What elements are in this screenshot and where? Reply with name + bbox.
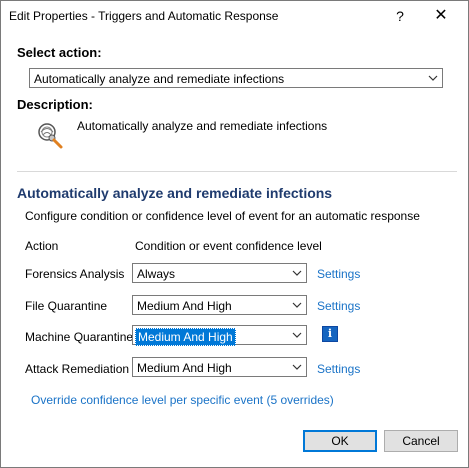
row-label-forensics-analysis: Forensics Analysis: [25, 267, 125, 281]
condition-dropdown-forensics-analysis[interactable]: Always: [132, 263, 307, 283]
help-button[interactable]: ?: [386, 5, 414, 27]
condition-dropdown-machine-quarantine[interactable]: Medium And High: [132, 325, 307, 346]
select-action-value: Automatically analyze and remediate infe…: [34, 72, 285, 86]
row-label-file-quarantine: File Quarantine: [25, 299, 108, 313]
row-label-machine-quarantine: Machine Quarantine: [25, 330, 134, 344]
chevron-down-icon: [428, 75, 438, 81]
section-divider: [17, 171, 457, 172]
settings-link-forensics-analysis[interactable]: Settings: [317, 267, 360, 281]
chevron-down-icon: [292, 332, 302, 338]
settings-link-attack-remediation[interactable]: Settings: [317, 362, 360, 376]
cancel-button[interactable]: Cancel: [384, 430, 458, 452]
window-title: Edit Properties - Triggers and Automatic…: [9, 9, 279, 23]
condition-value: Always: [137, 267, 176, 281]
row-label-attack-remediation: Attack Remediation: [25, 362, 130, 376]
group-subtitle: Configure condition or confidence level …: [25, 209, 420, 223]
condition-value: Medium And High: [137, 361, 232, 375]
condition-dropdown-file-quarantine[interactable]: Medium And High: [132, 295, 307, 315]
chevron-down-icon: [292, 364, 302, 370]
column-header-condition: Condition or event confidence level: [135, 239, 322, 253]
ok-button[interactable]: OK: [303, 430, 377, 452]
title-bar: Edit Properties - Triggers and Automatic…: [1, 1, 468, 31]
select-action-label: Select action:: [17, 45, 102, 60]
condition-value: Medium And High: [137, 299, 232, 313]
group-header: Automatically analyze and remediate infe…: [17, 185, 333, 201]
override-confidence-link[interactable]: Override confidence level per specific e…: [31, 393, 334, 407]
condition-dropdown-attack-remediation[interactable]: Medium And High: [132, 357, 307, 377]
description-label: Description:: [17, 97, 93, 112]
column-header-action: Action: [25, 239, 59, 253]
edit-properties-dialog: Edit Properties - Triggers and Automatic…: [0, 0, 469, 468]
description-text: Automatically analyze and remediate infe…: [77, 119, 328, 133]
select-action-dropdown[interactable]: Automatically analyze and remediate infe…: [29, 68, 443, 88]
chevron-down-icon: [292, 270, 302, 276]
condition-value: Medium And High: [135, 328, 236, 346]
chevron-down-icon: [292, 302, 302, 308]
info-icon[interactable]: i: [322, 326, 338, 342]
magnifier-scan-icon: [38, 123, 63, 149]
settings-link-file-quarantine[interactable]: Settings: [317, 299, 360, 313]
close-button[interactable]: ✕: [427, 5, 455, 27]
